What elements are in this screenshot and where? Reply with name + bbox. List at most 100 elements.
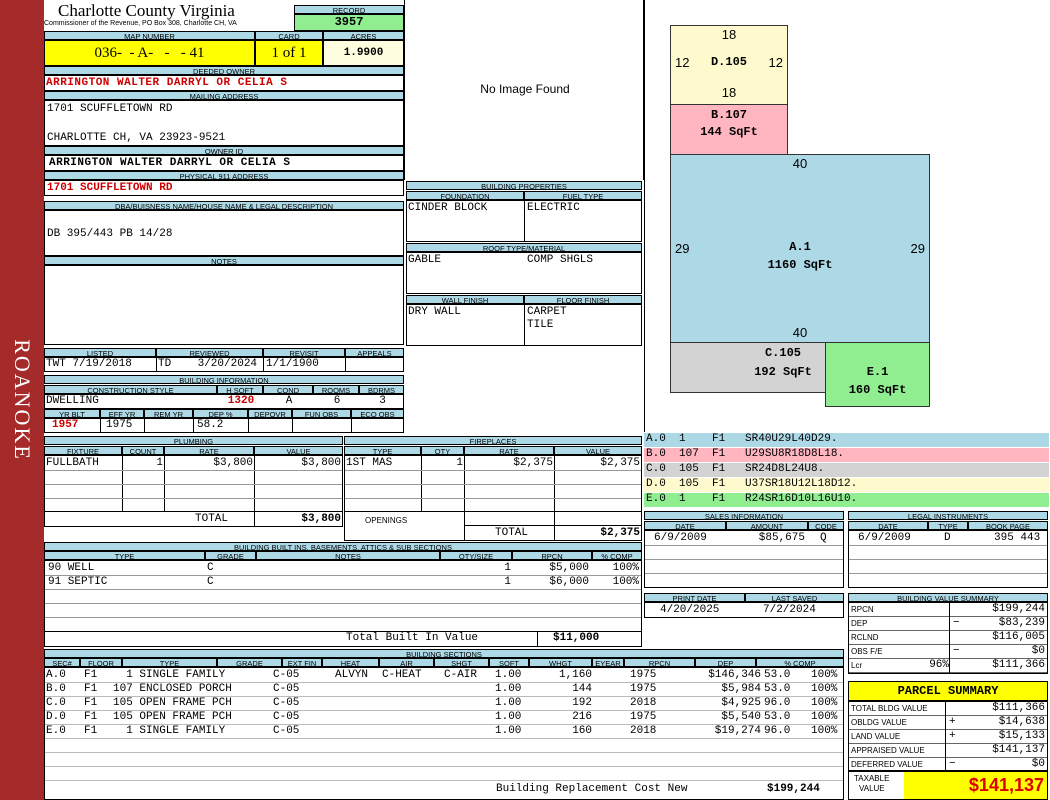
reviewed-value: TD 3/20/2024	[158, 358, 258, 370]
foundation-fuel-box: CINDER BLOCK ELECTRIC	[406, 200, 642, 242]
plumbing-value: $3,800	[301, 457, 341, 469]
sale-code: Q	[820, 532, 827, 544]
builtins-qty-header: QTY/SIZE	[440, 551, 512, 560]
parcel-summary-row: APPRAISED VALUE $141,137	[849, 744, 1047, 758]
deeded-owner-value: ARRINGTON WALTER DARRYL OR CELIA S	[46, 77, 288, 89]
parcel-summary-key: LAND VALUE	[851, 732, 901, 741]
depovr-header: DEPOVR	[248, 409, 292, 418]
fireplaces-header: FIREPLACES	[344, 436, 642, 445]
taxable-value-box: TAXABLE VALUE $141,137	[848, 771, 1048, 800]
section-floor: F1	[84, 669, 98, 681]
parcel-summary-sign: +	[949, 730, 956, 742]
builtin-type: 90 WELL	[48, 562, 95, 574]
sections-col-header: HEAT	[322, 658, 379, 667]
remyr-header: REM YR	[144, 409, 193, 418]
a1-top-dim: 40	[792, 156, 808, 171]
plumbing-count: 1	[156, 457, 163, 469]
section-floor: F1	[84, 725, 98, 737]
sections-col-header: WHGT	[529, 658, 592, 667]
builtin-qty: 1	[504, 576, 511, 588]
print-date-header: PRINT DATE	[644, 593, 745, 602]
section-sec: A.0	[46, 669, 66, 681]
d105-bottom-dim: 18	[721, 85, 737, 100]
dep-header: DEP %	[193, 409, 248, 418]
finish-box: DRY WALL CARPET TILE	[406, 304, 642, 346]
plumbing-total: $3,800	[301, 513, 341, 525]
section-eyear: 1975	[630, 669, 657, 681]
building-info-header: BUILDING INFORMATION	[44, 375, 404, 384]
value-summary-header: BUILDING VALUE SUMMARY	[848, 593, 1048, 602]
section-type: 105 OPEN FRAME PCH	[113, 697, 232, 709]
section-dep: 53.0	[764, 669, 791, 681]
section-type: 105 OPEN FRAME PCH	[113, 711, 232, 723]
builtins-type-header: TYPE	[44, 551, 205, 560]
section-grade: C-05	[273, 725, 300, 737]
section-eyear: 1975	[630, 711, 657, 723]
section-sec: D.0	[46, 711, 66, 723]
record-header: RECORD	[294, 5, 404, 14]
fireplace-total: $2,375	[600, 527, 640, 539]
sketch-section-c105: C.105 192 SqFt	[670, 342, 827, 393]
parcel-summary-row: DEFERRED VALUE − $0	[849, 758, 1047, 772]
appeals-header: APPEALS	[345, 348, 404, 357]
fuel-header: FUEL TYPE	[524, 191, 642, 200]
row-divider	[45, 766, 843, 767]
divider	[949, 645, 950, 659]
sales-code-header: CODE	[808, 521, 844, 530]
a1-area: 1160 SqFt	[767, 258, 833, 272]
divider	[945, 702, 946, 716]
parcel-summary-value: $141,137	[992, 744, 1045, 756]
fireplace-total-label: TOTAL	[495, 527, 529, 539]
listing-row: TWT 7/19/2018 TD 3/20/2024 1/1/1900	[44, 357, 404, 372]
section-grade: C-05	[273, 711, 300, 723]
floor-finish-value-2: TILE	[527, 319, 554, 331]
notes-box	[44, 265, 404, 345]
value-summary-table: RPCN $199,244 DEP − $83,239 RCLND $116,005 OBS …	[848, 602, 1048, 674]
sections-header: BUILDING SECTIONS	[44, 649, 844, 658]
a1-label: A.1	[789, 240, 811, 254]
acres-value: 1.9900	[323, 40, 404, 66]
value-summary-row: DEP − $83,239	[849, 617, 1047, 631]
section-dep: 53.0	[764, 711, 791, 723]
a1-right-dim: 29	[910, 241, 925, 256]
legal-instruments-header: LEGAL INSTRUMENTS	[848, 511, 1048, 520]
sections-col-header: SEC#	[44, 658, 80, 667]
roof-material-value: COMP SHGLS	[527, 254, 594, 266]
legal-type-header: TYPE	[928, 521, 968, 530]
builtin-comp: 100%	[612, 576, 639, 588]
section-type: 107 ENCLOSED PORCH	[113, 683, 232, 695]
section-sqft: 160	[572, 725, 592, 737]
row-divider	[45, 752, 843, 753]
legal-type: D	[944, 532, 951, 544]
builtins-grade-header: GRADE	[205, 551, 256, 560]
e1-label: E.1	[866, 365, 889, 379]
mailing-address-header: MAILING ADDRESS	[44, 91, 404, 100]
roof-box: GABLE COMP SHGLS	[406, 252, 642, 294]
floor-finish-header: FLOOR FINISH	[524, 295, 642, 304]
dep-value: 58.2	[197, 419, 224, 431]
bdrms-header: BDRMS	[359, 385, 404, 394]
construction-style-header: CONSTRUCTION STYLE	[44, 385, 217, 394]
section-shgt: 1.00	[495, 711, 522, 723]
sections-col-header: AIR	[379, 658, 434, 667]
plumbing-header: PLUMBING	[44, 436, 343, 445]
fireplace-rate: $2,375	[513, 457, 553, 469]
wall-finish-header: WALL FINISH	[406, 295, 524, 304]
revisit-value: 1/1/1900	[266, 358, 319, 370]
fuel-value: ELECTRIC	[527, 202, 580, 214]
builtins-total-label: Total Built In Value	[346, 632, 479, 644]
section-shgt: 1.00	[495, 725, 522, 737]
legal-date-header: DATE	[848, 521, 928, 530]
legal-book: 395 443	[994, 532, 1041, 544]
divider	[945, 744, 946, 758]
builtins-comp-header: % COMP	[592, 551, 642, 560]
owner-id-header: OWNER ID	[44, 146, 404, 155]
effyr-header: EFF YR	[100, 409, 144, 418]
mailing-address-box: 1701 SCUFFLETOWN RD CHARLOTTE CH, VA 239…	[44, 100, 404, 146]
a1-bottom-dim: 40	[792, 325, 808, 340]
section-sec: C.0	[46, 697, 66, 709]
parcel-summary-key: APPRAISED VALUE	[851, 746, 925, 755]
sections-col-header: SQFT	[489, 658, 529, 667]
value-summary-value: $199,244	[992, 603, 1045, 615]
legal-instruments-table: 6/9/2009 D 395 443	[848, 530, 1048, 588]
